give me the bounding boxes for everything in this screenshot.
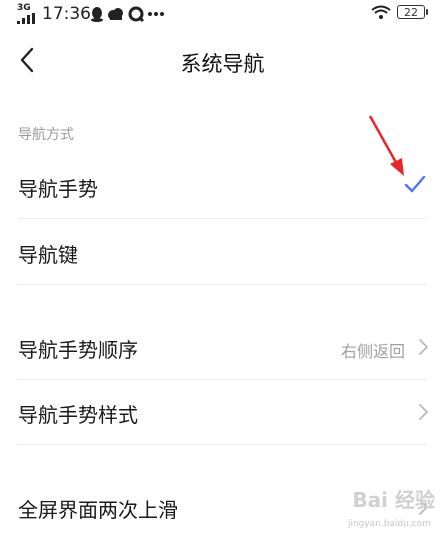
setting-label: 导航手势顺序	[18, 338, 138, 362]
section-label: 导航方式	[18, 127, 74, 143]
setting-label: 全屏界面两次上滑	[18, 498, 178, 522]
chevron-right-icon	[419, 339, 428, 355]
browser-icon	[128, 6, 144, 22]
setting-label: 导航手势样式	[18, 403, 138, 427]
setting-gesture-style[interactable]: 导航手势样式	[0, 380, 445, 444]
more-icon	[148, 12, 164, 16]
option-nav-keys[interactable]: 导航键	[0, 220, 445, 284]
setting-value: 右侧返回	[340, 342, 405, 361]
notification-icons	[90, 6, 165, 22]
network-type: 3G	[17, 3, 31, 13]
battery-level: 22	[404, 5, 418, 19]
divider	[18, 444, 427, 445]
setting-gesture-order[interactable]: 导航手势顺序 右侧返回	[0, 315, 445, 379]
option-label: 导航键	[18, 243, 78, 267]
signal-icon	[17, 13, 35, 24]
watermark-url: jingyan.baidu.com	[347, 519, 431, 529]
header: 系统导航	[0, 30, 445, 92]
status-bar: 3G 17:36 22	[0, 0, 445, 30]
battery-icon: 22	[397, 5, 428, 19]
wifi-icon	[371, 5, 391, 19]
annotation-arrow-icon	[368, 115, 404, 176]
divider	[18, 218, 427, 219]
chevron-right-icon	[419, 404, 428, 420]
qq-icon	[91, 7, 103, 22]
status-right: 22	[371, 5, 428, 19]
divider	[18, 284, 427, 285]
clock: 17:36	[42, 4, 91, 24]
page-title: 系统导航	[180, 52, 265, 76]
option-label: 导航手势	[18, 177, 98, 201]
watermark-logo: Bai 经验	[352, 488, 435, 512]
cloud-icon	[108, 8, 123, 20]
